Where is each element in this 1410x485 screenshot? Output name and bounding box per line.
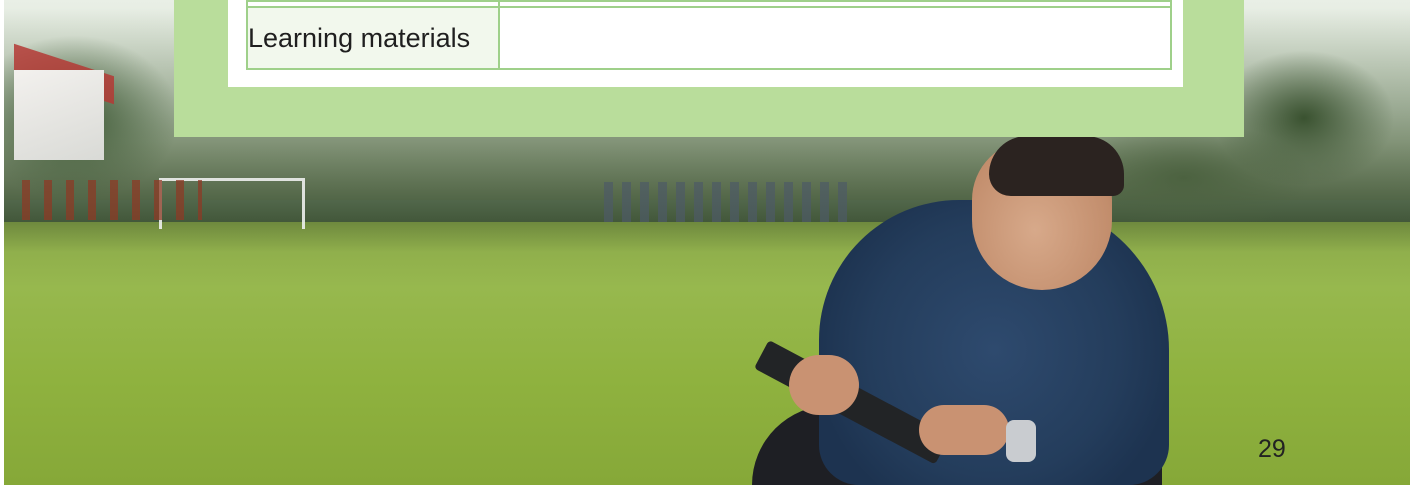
page-number: 29 <box>1258 435 1286 463</box>
table-row: Learning materials <box>246 6 1172 70</box>
table-cell-label: Learning materials <box>246 6 500 70</box>
players-group-left <box>22 180 202 220</box>
house <box>14 70 104 160</box>
person-hair <box>989 136 1124 196</box>
document-page: Learning materials 29 <box>0 0 1410 485</box>
table-cell-value <box>498 6 1172 70</box>
person-hand-right <box>919 405 1009 455</box>
grass-field <box>4 222 1410 485</box>
players-group-center <box>604 182 854 222</box>
person-hand-left <box>789 355 859 415</box>
materials-table-wrapper: Learning materials <box>246 0 1172 70</box>
wrist-watch <box>1006 420 1036 462</box>
materials-table: Learning materials <box>246 0 1172 70</box>
